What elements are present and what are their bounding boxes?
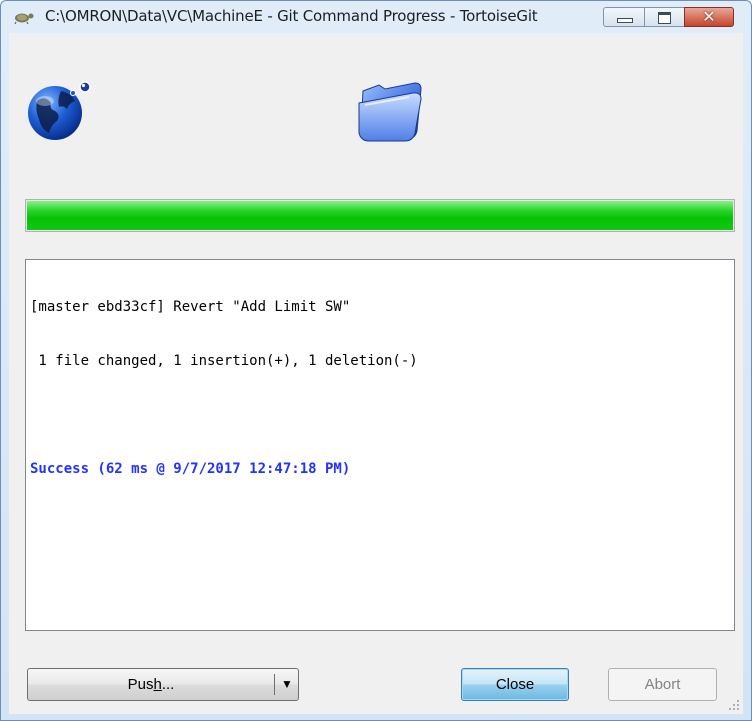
maximize-icon [658, 12, 671, 24]
push-split-button[interactable]: Push... ▼ [27, 668, 299, 701]
progress-bar [25, 199, 735, 232]
chevron-down-icon[interactable]: ▼ [277, 669, 297, 700]
progress-bar-fill [27, 201, 733, 230]
push-button-label: Push... [28, 669, 274, 700]
maximize-button[interactable] [644, 7, 685, 27]
abort-button[interactable]: Abort [608, 668, 717, 701]
output-log[interactable]: [master ebd33cf] Revert "Add Limit SW" 1… [25, 259, 735, 631]
tortoisegit-app-icon [14, 13, 34, 24]
folder-icon [358, 82, 422, 142]
log-line: [master ebd33cf] Revert "Add Limit SW" [30, 299, 351, 315]
progress-window: C:\OMRON\Data\VC\MachineE - Git Command … [0, 0, 752, 721]
dialog-client-area: [master ebd33cf] Revert "Add Limit SW" 1… [9, 33, 743, 714]
minimize-icon [617, 18, 633, 23]
title-bar[interactable]: C:\OMRON\Data\VC\MachineE - Git Command … [1, 1, 751, 33]
push-text-post: ... [161, 676, 175, 693]
close-icon: ✕ [702, 7, 716, 26]
log-line: 1 file changed, 1 insertion(+), 1 deleti… [30, 353, 418, 369]
log-success-line: Success (62 ms @ 9/7/2017 12:47:18 PM) [30, 461, 351, 477]
push-separator [274, 674, 275, 695]
push-text-accel: h [153, 676, 162, 693]
close-window-button[interactable]: ✕ [684, 7, 734, 27]
log-blank-line [30, 406, 734, 424]
globe-icon [28, 81, 91, 140]
close-button[interactable]: Close [461, 668, 569, 701]
resize-grip-icon[interactable] [728, 699, 740, 711]
push-text-pre: Pus [127, 676, 154, 693]
minimize-button[interactable] [603, 7, 645, 27]
window-title: C:\OMRON\Data\VC\MachineE - Git Command … [45, 7, 538, 25]
